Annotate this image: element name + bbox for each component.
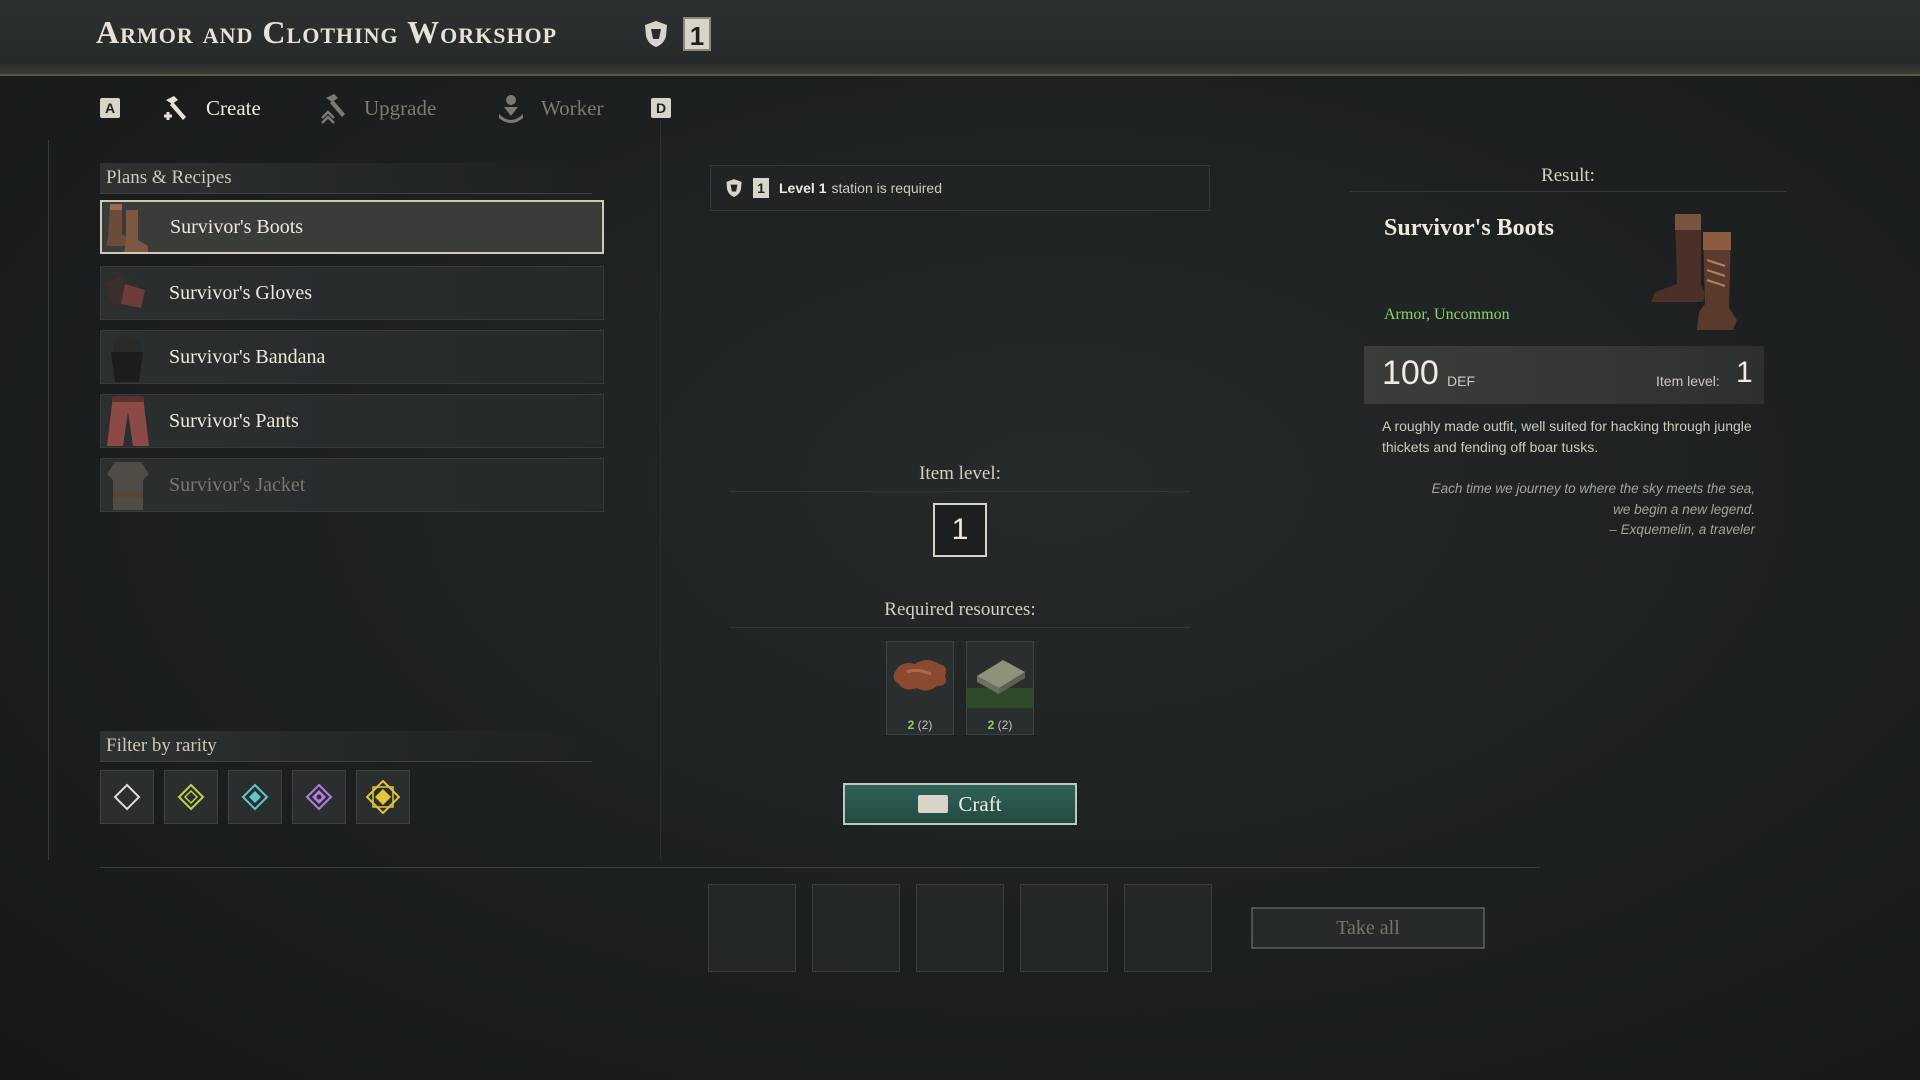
diamond-icon: [177, 783, 205, 811]
station-requirement-notice: 1 Level 1 station is required: [710, 165, 1210, 211]
result-stats: 100 DEF Item level: 1: [1364, 346, 1764, 404]
resource-slot-cloth[interactable]: 2 (2): [966, 641, 1034, 735]
recipe-item-jacket[interactable]: Survivor's Jacket: [100, 458, 604, 512]
resource-count: 2 (2): [987, 718, 1013, 732]
recipe-name: Survivor's Jacket: [169, 473, 306, 496]
tab-left-key[interactable]: A: [100, 98, 120, 118]
cloth-icon: [967, 660, 1033, 708]
resources-heading: Required resources:: [730, 599, 1190, 628]
hammer-icon: [164, 96, 186, 120]
rarity-filter-legendary[interactable]: [356, 770, 410, 824]
craft-button[interactable]: Craft: [843, 783, 1077, 825]
recipe-name: Survivor's Pants: [169, 409, 299, 432]
boots-icon: [1651, 214, 1737, 330]
tab-right-key[interactable]: D: [651, 98, 671, 118]
defense-value: 100: [1382, 354, 1439, 392]
result-item-type: Armor, Uncommon: [1384, 306, 1510, 323]
workshop-header: Armor and Clothing Workshop 1: [0, 0, 1920, 76]
output-slot-5[interactable]: [1124, 884, 1212, 972]
tab-worker-label: Worker: [541, 95, 604, 120]
item-level-heading: Item level:: [730, 463, 1190, 492]
diamond-icon: [305, 783, 333, 811]
item-description: A roughly made outfit, well suited for h…: [1382, 418, 1752, 455]
page-title: Armor and Clothing Workshop: [96, 14, 558, 50]
tab-create[interactable]: Create: [160, 88, 261, 128]
pants-icon: [107, 396, 149, 446]
left-divider: [48, 140, 49, 860]
output-slot-1[interactable]: [708, 884, 796, 972]
tab-worker[interactable]: Worker: [495, 88, 603, 128]
item-flavor-quote: Each time we journey to where the sky me…: [1431, 481, 1755, 537]
output-slot-2[interactable]: [812, 884, 900, 972]
result-item-name: Survivor's Boots: [1384, 215, 1555, 241]
upgrade-hammer-icon: [321, 94, 345, 124]
result-heading: Result:: [1350, 165, 1786, 192]
bandana-icon: [111, 336, 143, 382]
take-all-button[interactable]: Take all: [1251, 907, 1485, 949]
rarity-filter-uncommon[interactable]: [164, 770, 218, 824]
station-level-badge: 1: [683, 17, 711, 51]
item-level-value: 1: [1736, 356, 1753, 389]
rarity-filter-rare[interactable]: [228, 770, 282, 824]
tab-upgrade-label: Upgrade: [364, 95, 437, 120]
requirement-text: station is required: [831, 180, 942, 196]
output-slot-4[interactable]: [1020, 884, 1108, 972]
tab-upgrade[interactable]: Upgrade: [318, 88, 436, 128]
spacebar-key-icon: [918, 795, 949, 813]
item-level-label: Item level:: [1656, 373, 1720, 389]
jacket-icon: [107, 462, 149, 510]
recipe-item-boots[interactable]: Survivor's Boots: [100, 200, 604, 254]
tab-create-label: Create: [206, 95, 261, 120]
recipe-item-bandana[interactable]: Survivor's Bandana: [100, 330, 604, 384]
resource-count: 2 (2): [907, 718, 933, 732]
output-slot-3[interactable]: [916, 884, 1004, 972]
output-divider: [100, 867, 1540, 868]
diamond-icon: [113, 783, 141, 811]
craft-label: Craft: [958, 791, 1002, 816]
diamond-icon: [241, 783, 269, 811]
hide-icon: [893, 660, 947, 691]
worker-icon: [499, 95, 523, 123]
recipe-item-gloves[interactable]: Survivor's Gloves: [100, 266, 604, 320]
diamond-icon: [366, 780, 400, 814]
rarity-filter-common[interactable]: [100, 770, 154, 824]
resource-slot-hide[interactable]: 2 (2): [886, 641, 954, 735]
defense-unit: DEF: [1447, 373, 1475, 389]
rarity-filter-epic[interactable]: [292, 770, 346, 824]
filter-heading: Filter by rarity: [100, 731, 592, 762]
boots-icon: [106, 204, 148, 252]
shield-icon: [726, 179, 742, 197]
center-divider: [660, 120, 661, 860]
requirement-level: Level 1: [779, 180, 827, 196]
shield-icon: [645, 21, 667, 47]
recipe-name: Survivor's Bandana: [169, 345, 326, 368]
recipe-item-pants[interactable]: Survivor's Pants: [100, 394, 604, 448]
recipe-name: Survivor's Boots: [170, 215, 304, 238]
recipe-name: Survivor's Gloves: [169, 281, 313, 304]
gloves-icon: [105, 276, 145, 308]
requirement-level-badge: 1: [753, 178, 769, 198]
recipes-heading: Plans & Recipes: [100, 163, 592, 194]
item-level-selector[interactable]: 1: [933, 503, 987, 557]
